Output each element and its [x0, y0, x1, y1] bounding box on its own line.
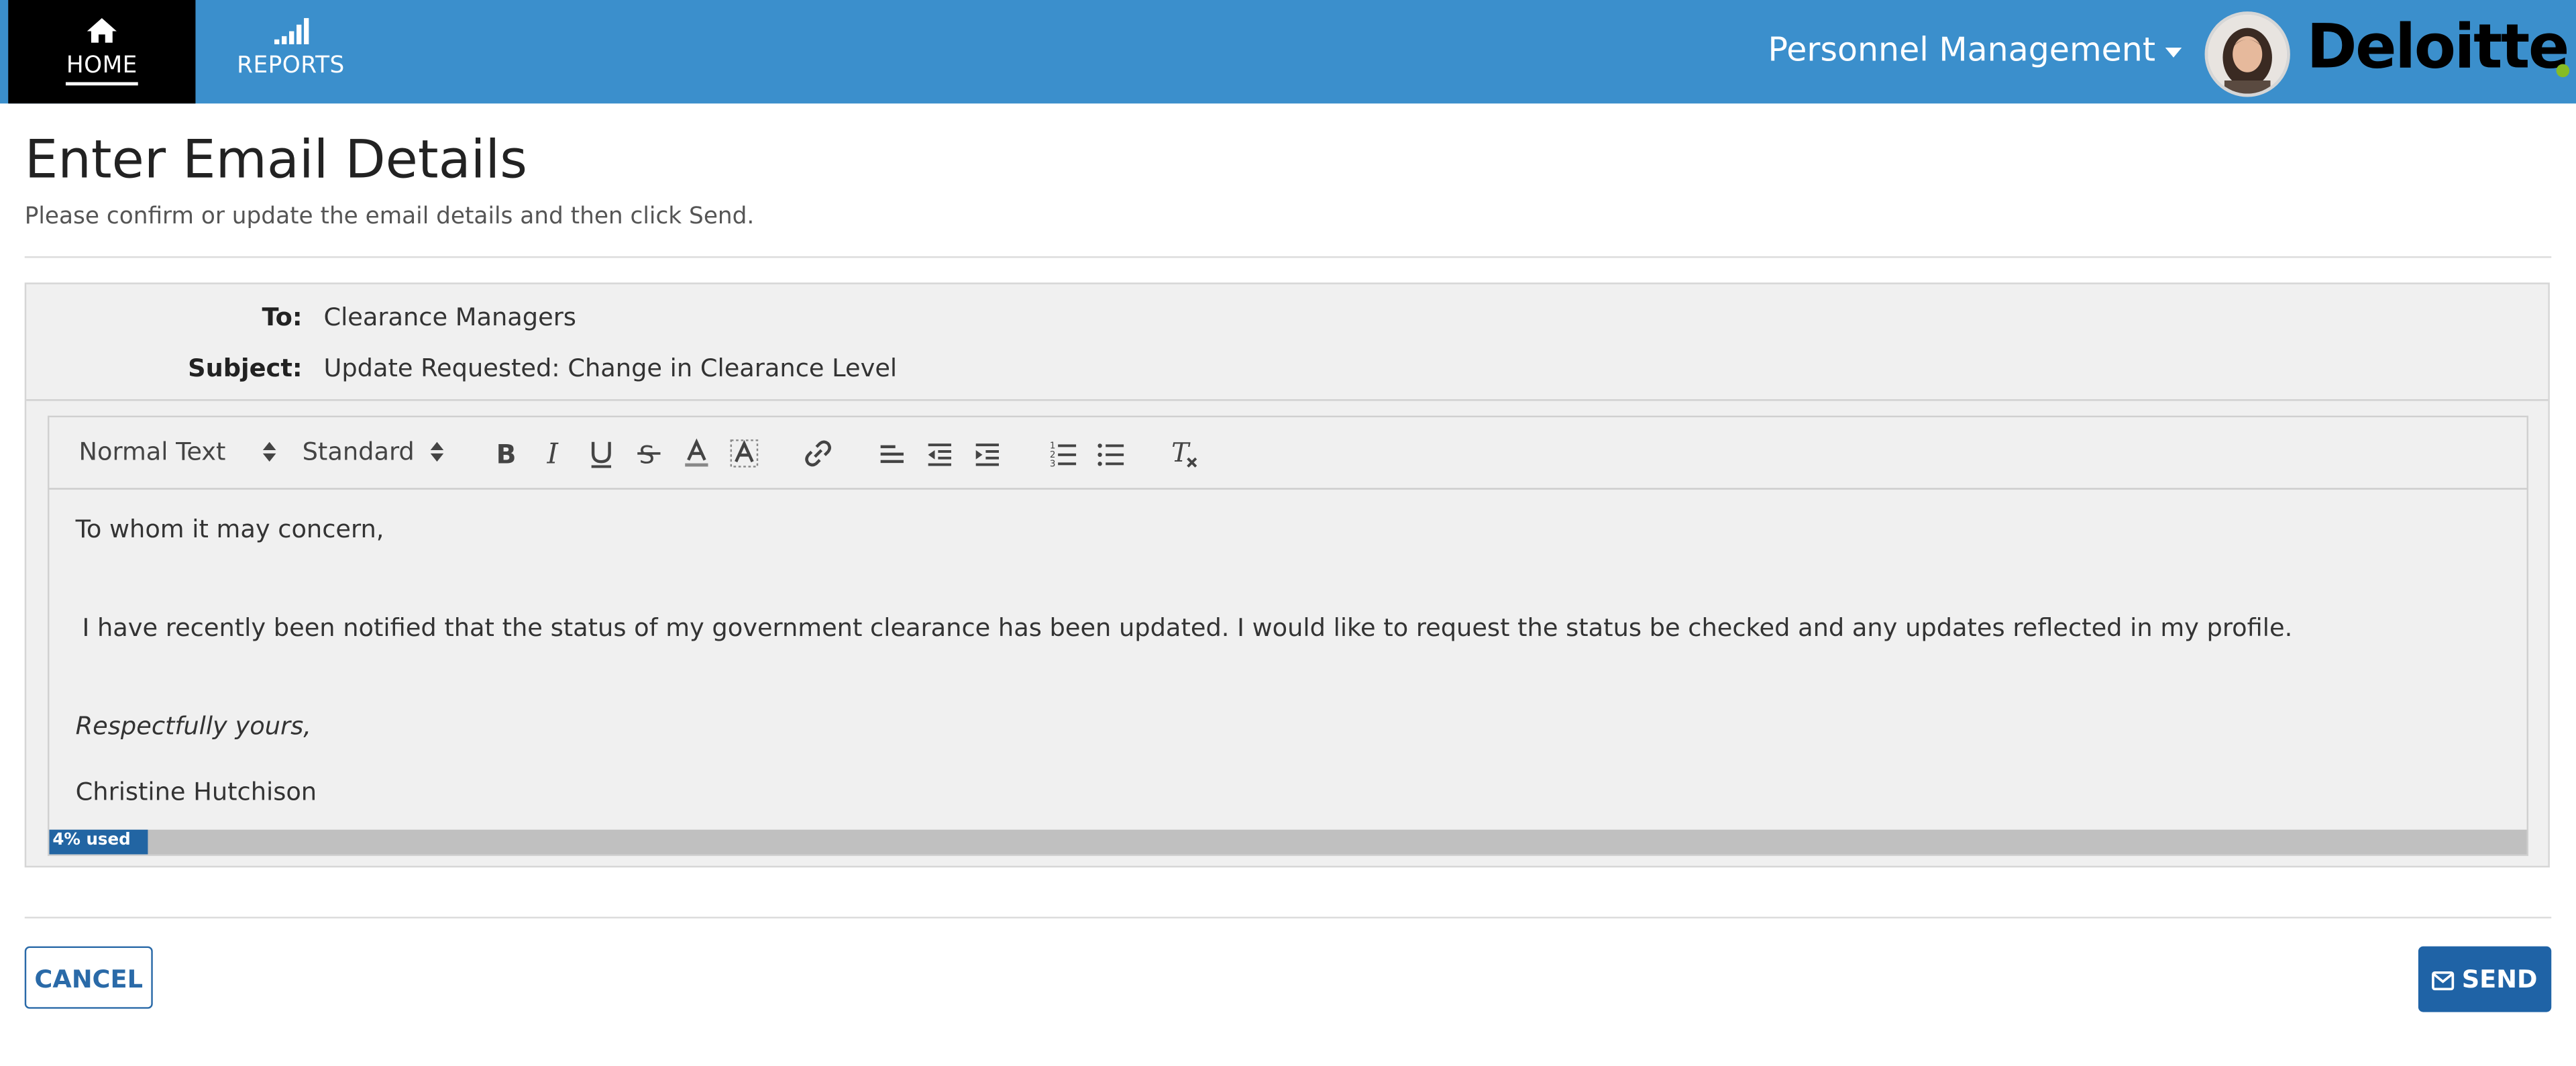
- usage-progress-label: 4% used: [52, 831, 131, 850]
- to-value: Clearance Managers: [323, 302, 576, 332]
- body-signature: Christine Hutchison: [75, 777, 317, 807]
- nav-tab-reports[interactable]: REPORTS: [197, 0, 384, 103]
- app-root: HOME REPORTS Personnel Management Deloit…: [0, 0, 2576, 1066]
- bold-icon[interactable]: B: [490, 437, 523, 470]
- svg-text:3: 3: [1050, 460, 1056, 470]
- svg-text:B: B: [496, 440, 517, 470]
- signal-bars-icon: [274, 17, 309, 45]
- subject-label: Subject:: [188, 353, 303, 383]
- usage-progress-bar: 4% used: [49, 829, 2527, 855]
- panel-divider: [26, 399, 2548, 401]
- email-panel: To: Clearance Managers Subject: Update R…: [24, 282, 2550, 868]
- text-color-icon[interactable]: [680, 437, 713, 470]
- brand-dot: [2556, 64, 2570, 78]
- page-title: Enter Email Details: [24, 128, 528, 191]
- outdent-icon[interactable]: [923, 437, 956, 470]
- body-greeting: To whom it may concern,: [75, 514, 384, 544]
- header-divider: [24, 256, 2552, 258]
- page-subtitle: Please confirm or update the email detai…: [24, 203, 755, 230]
- body-closing: Respectfully yours,: [75, 711, 311, 741]
- send-button-label: SEND: [2461, 964, 2538, 994]
- send-button[interactable]: SEND: [2418, 946, 2552, 1012]
- rich-text-editor[interactable]: Normal Text Standard B I S 123 T To whom…: [48, 415, 2528, 856]
- nav-tab-home-label: HOME: [66, 52, 138, 86]
- highlight-icon[interactable]: [728, 437, 761, 470]
- top-nav-bar: HOME REPORTS Personnel Management Deloit…: [0, 0, 2576, 104]
- clear-format-icon[interactable]: T: [1168, 437, 1201, 470]
- ordered-list-icon[interactable]: 123: [1046, 437, 1079, 470]
- updown-icon: [430, 441, 444, 462]
- bullet-list-icon[interactable]: [1094, 437, 1127, 470]
- app-switcher-dropdown[interactable]: Personnel Management: [1768, 30, 2182, 69]
- format-select-value: Normal Text: [78, 437, 226, 467]
- font-select-value: Standard: [302, 437, 415, 467]
- align-left-icon[interactable]: [875, 437, 908, 470]
- svg-text:S: S: [639, 441, 655, 470]
- subject-value: Update Requested: Change in Clearance Le…: [323, 353, 898, 383]
- body-paragraph: I have recently been notified that the s…: [82, 612, 2293, 643]
- indent-icon[interactable]: [971, 437, 1004, 470]
- updown-icon: [262, 441, 276, 462]
- strikethrough-icon[interactable]: S: [633, 437, 665, 470]
- format-select[interactable]: Normal Text: [78, 437, 289, 467]
- svg-text:I: I: [547, 437, 559, 470]
- app-switcher-label: Personnel Management: [1768, 30, 2156, 69]
- user-photo-icon: [2208, 15, 2287, 94]
- underline-icon[interactable]: [585, 437, 618, 470]
- nav-tab-reports-label: REPORTS: [237, 52, 345, 79]
- nav-tab-home[interactable]: HOME: [8, 0, 196, 104]
- font-select[interactable]: Standard: [302, 437, 460, 467]
- home-icon: [87, 17, 117, 43]
- brand-logo: Deloitte: [2306, 11, 2569, 83]
- cancel-button[interactable]: CANCEL: [24, 946, 153, 1009]
- svg-text:T: T: [1171, 438, 1191, 468]
- editor-toolbar: Normal Text Standard B I S 123 T: [49, 417, 2527, 490]
- link-icon[interactable]: [802, 437, 835, 470]
- user-avatar[interactable]: [2204, 11, 2290, 97]
- to-label: To:: [262, 302, 303, 332]
- caret-down-icon: [2165, 46, 2182, 57]
- italic-icon[interactable]: I: [537, 437, 570, 470]
- footer-divider: [24, 916, 2552, 918]
- envelope-icon: [2432, 971, 2455, 991]
